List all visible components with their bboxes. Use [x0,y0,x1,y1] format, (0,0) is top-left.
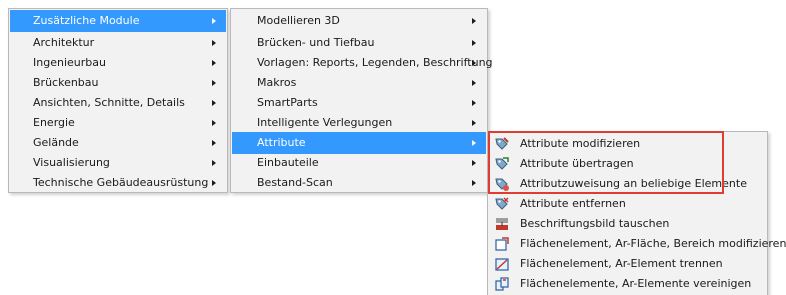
submenu-arrow-icon [472,80,476,86]
menu-item-label: Attribute entfernen [520,197,626,210]
menu-item-label: SmartParts [257,96,318,109]
menu-item-label: Technische Gebäudeausrüstung [33,176,209,189]
submenu-arrow-icon [472,60,476,66]
menu-item-zusaetzliche-module[interactable]: Zusätzliche Module [10,10,226,32]
area-element-merge-icon [494,276,510,292]
attribute-transfer-icon [494,156,510,172]
submenu-arrow-icon [472,140,476,146]
menu-item-label: Ingenieurbau [33,56,106,69]
label-image-swap-icon [494,216,510,232]
menu-item-intelligente-verlegungen[interactable]: Intelligente Verlegungen [232,112,486,134]
attribute-remove-icon [494,196,510,212]
submenu-arrow-icon [472,100,476,106]
menu-item-attribute-uebertragen[interactable]: Attribute übertragen [489,154,766,174]
main-menu: Zusätzliche Module Architektur Ingenieur… [8,8,228,193]
submenu-arrow-icon [212,60,216,66]
area-element-modify-icon [494,236,510,252]
menu-item-label: Energie [33,116,75,129]
submenu-arrow-icon [472,180,476,186]
menu-item-brueckenbau[interactable]: Brückenbau [10,72,226,94]
menu-item-ingenieurbau[interactable]: Ingenieurbau [10,52,226,74]
menu-item-attribute[interactable]: Attribute [232,132,486,154]
menu-item-tga[interactable]: Technische Gebäudeausrüstung [10,172,226,194]
menu-item-label: Brückenbau [33,76,99,89]
menu-item-bruecken-tiefbau[interactable]: Brücken- und Tiefbau [232,32,486,54]
submenu-arrow-icon [212,180,216,186]
submenu-arrow-icon [472,160,476,166]
area-element-split-icon [494,256,510,272]
attribute-modify-icon [494,136,510,152]
menu-item-attribute-modifizieren[interactable]: Attribute modifizieren [489,134,766,154]
menu-item-ansichten[interactable]: Ansichten, Schnitte, Details [10,92,226,114]
menu-item-visualisierung[interactable]: Visualisierung [10,152,226,174]
menu-item-attributzuweisung[interactable]: Attributzuweisung an beliebige Elemente [489,174,766,194]
menu-item-label: Beschriftungsbild tauschen [520,217,670,230]
menu-item-label: Brücken- und Tiefbau [257,36,375,49]
submenu-arrow-icon [212,100,216,106]
menu-item-label: Attribute [257,136,306,149]
menu-item-flaechenelement-modifizieren[interactable]: Flächenelement, Ar-Fläche, Bereich modif… [489,234,786,254]
submenu-arrow-icon [472,40,476,46]
menu-item-einbauteile[interactable]: Einbauteile [232,152,486,174]
menu-item-label: Modellieren 3D [257,14,340,27]
menu-item-smartparts[interactable]: SmartParts [232,92,486,114]
menu-item-label: Visualisierung [33,156,110,169]
menu-item-vorlagen[interactable]: Vorlagen: Reports, Legenden, Beschriftun… [232,52,493,74]
menu-item-label: Einbauteile [257,156,319,169]
submenu-arrow-icon [212,140,216,146]
menu-item-label: Flächenelement, Ar-Element trennen [520,257,723,270]
menu-item-makros[interactable]: Makros [232,72,486,94]
submenu-arrow-icon [212,80,216,86]
menu-item-beschriftungsbild-tauschen[interactable]: Beschriftungsbild tauschen [489,214,766,234]
menu-item-label: Ansichten, Schnitte, Details [33,96,185,109]
menu-item-gelaende[interactable]: Gelände [10,132,226,154]
attribute-assign-icon [494,176,510,192]
submenu-arrow-icon [212,40,216,46]
submenu-arrow-icon [472,18,476,24]
menu-item-architektur[interactable]: Architektur [10,32,226,54]
submenu-arrow-icon [212,160,216,166]
menu-item-label: Bestand-Scan [257,176,333,189]
menu-item-label: Attribute übertragen [520,157,634,170]
menu-item-energie[interactable]: Energie [10,112,226,134]
menu-item-bestand-scan[interactable]: Bestand-Scan [232,172,486,194]
submenu-zusaetzliche-module: Modellieren 3D Brücken- und Tiefbau Vorl… [230,8,493,194]
menu-item-flaechenelement-trennen[interactable]: Flächenelement, Ar-Element trennen [489,254,766,274]
menu-item-label: Flächenelement, Ar-Fläche, Bereich modif… [520,237,786,250]
submenu-arrow-icon [212,18,216,24]
submenu-attribute: Attribute modifizieren Attribute übertra… [487,131,786,295]
menu-item-label: Zusätzliche Module [33,14,140,27]
menu-item-label: Gelände [33,136,79,149]
submenu-arrow-icon [472,120,476,126]
menu-item-label: Makros [257,76,297,89]
menu-item-flaechenelemente-vereinigen[interactable]: Flächenelemente, Ar-Elemente vereinigen [489,274,766,294]
menu-item-label: Vorlagen: Reports, Legenden, Beschriftun… [257,56,493,69]
menu-item-label: Flächenelemente, Ar-Elemente vereinigen [520,277,752,290]
menu-item-label: Attributzuweisung an beliebige Elemente [520,177,747,190]
submenu-arrow-icon [212,120,216,126]
menu-item-modellieren-3d[interactable]: Modellieren 3D [232,10,486,32]
menu-item-label: Attribute modifizieren [520,137,641,150]
menu-item-label: Architektur [33,36,95,49]
menu-item-label: Intelligente Verlegungen [257,116,393,129]
menu-item-attribute-entfernen[interactable]: Attribute entfernen [489,194,766,214]
